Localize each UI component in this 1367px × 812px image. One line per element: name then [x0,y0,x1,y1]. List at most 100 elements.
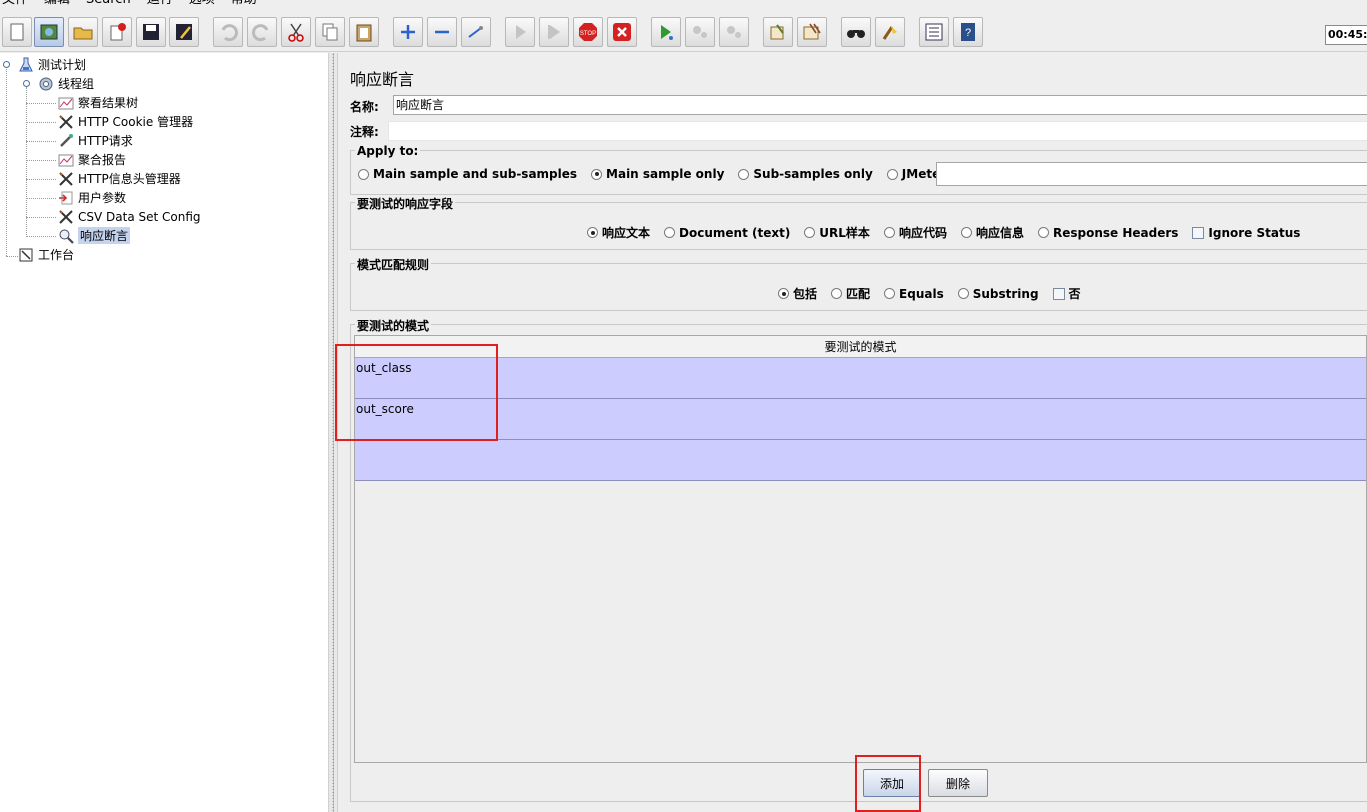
radio-indicator [664,227,676,238]
pattern-matching-title: 模式匹配规则 [355,256,432,273]
menu-edit[interactable]: 编辑 [44,0,70,8]
clear-all-button[interactable] [797,17,827,47]
radio-indicator [886,168,898,180]
tree-node-view-results-tree[interactable]: 察看结果树 [58,93,138,112]
stop-button[interactable]: STOP [573,17,603,47]
menu-search[interactable]: Search [86,0,131,8]
name-label: 名称: [350,100,379,114]
remote-start-icon [661,25,673,40]
field-to-test-options: 响应文本 Document (text) URL样本 响应代码 响应信息 Res… [587,224,1314,241]
collapse-handle-thread-group[interactable] [23,80,30,87]
tree-node-header-manager[interactable]: HTTP信息头管理器 [58,169,181,188]
cut-button[interactable] [281,17,311,47]
save-as-icon [176,24,192,40]
radio-equals[interactable]: Equals [884,287,944,301]
radio-indicator [1037,227,1049,238]
function-helper-icon [925,23,943,41]
start-button[interactable] [505,17,535,47]
close-file-button[interactable] [102,17,132,47]
menu-file[interactable]: 文件 [2,0,28,8]
tree-node-csv-data-set[interactable]: CSV Data Set Config [58,207,201,226]
collapse-icon [435,30,449,34]
comment-field[interactable] [388,121,1367,141]
radio-label: 响应文本 [602,226,651,240]
menu-run[interactable]: 运行 [147,0,173,8]
save-button[interactable] [136,17,166,47]
redo-button[interactable] [247,17,277,47]
radio-indicator [358,168,369,180]
paste-button[interactable] [349,17,379,47]
radio-document-text[interactable]: Document (text) [664,226,790,240]
patterns-title: 要测试的模式 [355,317,432,334]
save-as-button[interactable] [169,17,199,47]
remote-stop-button[interactable] [685,17,715,47]
open-button[interactable] [68,17,98,47]
tree-node-thread-group[interactable]: 线程组 [38,74,94,93]
radio-substring[interactable]: Substring [957,287,1039,301]
reset-search-button[interactable] [875,17,905,47]
expand-button[interactable] [393,17,423,47]
radio-indicator [884,288,896,299]
remote-shutdown-button[interactable] [719,17,749,47]
name-field[interactable]: 响应断言 [393,95,1367,115]
radio-response-headers[interactable]: Response Headers [1037,226,1178,240]
shutdown-button[interactable] [607,17,637,47]
function-helper-button[interactable] [919,17,949,47]
checkbox-ignore-status[interactable]: Ignore Status [1192,226,1300,240]
collapse-button[interactable] [427,17,457,47]
new-icon [10,23,24,41]
tree-node-aggregate-report[interactable]: 聚合报告 [58,150,126,169]
table-row[interactable] [355,440,1366,481]
tree-node-cookie-manager[interactable]: HTTP Cookie 管理器 [58,112,193,131]
clear-button[interactable] [763,17,793,47]
help-icon: ? [961,23,975,41]
radio-response-code[interactable]: 响应代码 [883,224,947,241]
templates-button[interactable] [34,17,64,47]
search-button[interactable] [841,17,871,47]
radio-label: Sub-samples only [753,167,873,181]
menu-help[interactable]: 帮助 [231,0,257,8]
radio-url-sample[interactable]: URL样本 [804,224,870,241]
radio-response-text[interactable]: 响应文本 [587,224,650,241]
radio-indicator [883,227,895,238]
radio-main-and-sub[interactable]: Main sample and sub-samples [358,167,577,181]
clear-all-icon [803,23,821,40]
radio-response-message[interactable]: 响应信息 [960,224,1024,241]
table-column-header[interactable]: 要测试的模式 [355,336,1366,358]
radio-label: 响应信息 [975,226,1024,240]
help-button[interactable]: ? [953,17,983,47]
tree-node-label: HTTP请求 [78,134,133,148]
tree-node-test-plan[interactable]: 测试计划 [18,55,86,74]
checkbox-label: Ignore Status [1208,225,1301,240]
table-row[interactable]: out_score [355,399,1366,440]
menu-options[interactable]: 选项 [189,0,215,8]
tree-node-response-assertion[interactable]: 响应断言 [58,226,131,245]
undo-icon [221,24,238,42]
tree-node-http-request[interactable]: HTTP请求 [58,131,133,150]
radio-main-only[interactable]: Main sample only [591,167,724,181]
new-button[interactable] [2,17,32,47]
radio-label: URL样本 [819,226,870,240]
patterns-table[interactable]: 要测试的模式 out_class out_score [354,335,1367,763]
test-plan-tree: 测试计划 线程组 察看结果树 HTTP Cookie 管理器 HTTP请求 聚合… [0,53,328,812]
radio-indicator [831,288,843,299]
collapse-handle-test-plan[interactable] [3,61,10,68]
radio-matches[interactable]: 匹配 [831,285,870,302]
tree-node-workbench[interactable]: 工作台 [18,245,74,264]
copy-button[interactable] [315,17,345,47]
start-no-pause-icon [548,25,560,39]
delete-button[interactable]: 删除 [928,769,988,797]
table-row[interactable]: out_class [355,358,1366,399]
tree-node-user-parameters[interactable]: 用户参数 [58,188,126,207]
remote-start-button[interactable] [651,17,681,47]
undo-button[interactable] [213,17,243,47]
radio-contains[interactable]: 包括 [778,285,817,302]
checkbox-not[interactable]: 否 [1052,285,1081,302]
toggle-button[interactable] [461,17,491,47]
checkbox-label: 否 [1068,287,1081,301]
tree-node-label: 用户参数 [78,191,127,205]
jmeter-variable-field[interactable] [936,162,1367,186]
assertion-icon [59,229,74,244]
radio-sub-only[interactable]: Sub-samples only [738,167,873,181]
start-no-pause-button[interactable] [539,17,569,47]
